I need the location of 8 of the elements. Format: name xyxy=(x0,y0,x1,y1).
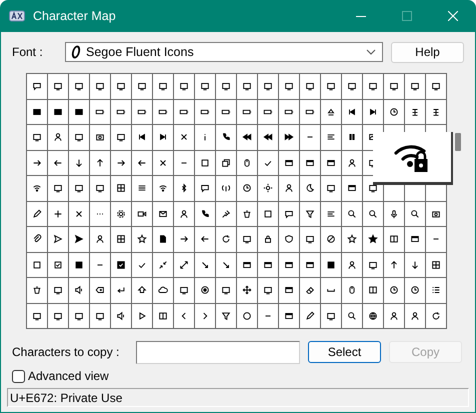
advanced-view-label[interactable]: Advanced view xyxy=(28,369,109,383)
select-button[interactable]: Select xyxy=(308,341,381,363)
font-dropdown[interactable]: Segoe Fluent Icons xyxy=(65,42,383,62)
status-bar: U+E672: Private Use xyxy=(7,388,469,407)
window-title: Character Map xyxy=(33,9,117,23)
characters-to-copy-label: Characters to copy : xyxy=(12,345,120,359)
font-label: Font : xyxy=(12,45,44,59)
help-button[interactable]: Help xyxy=(391,42,464,62)
